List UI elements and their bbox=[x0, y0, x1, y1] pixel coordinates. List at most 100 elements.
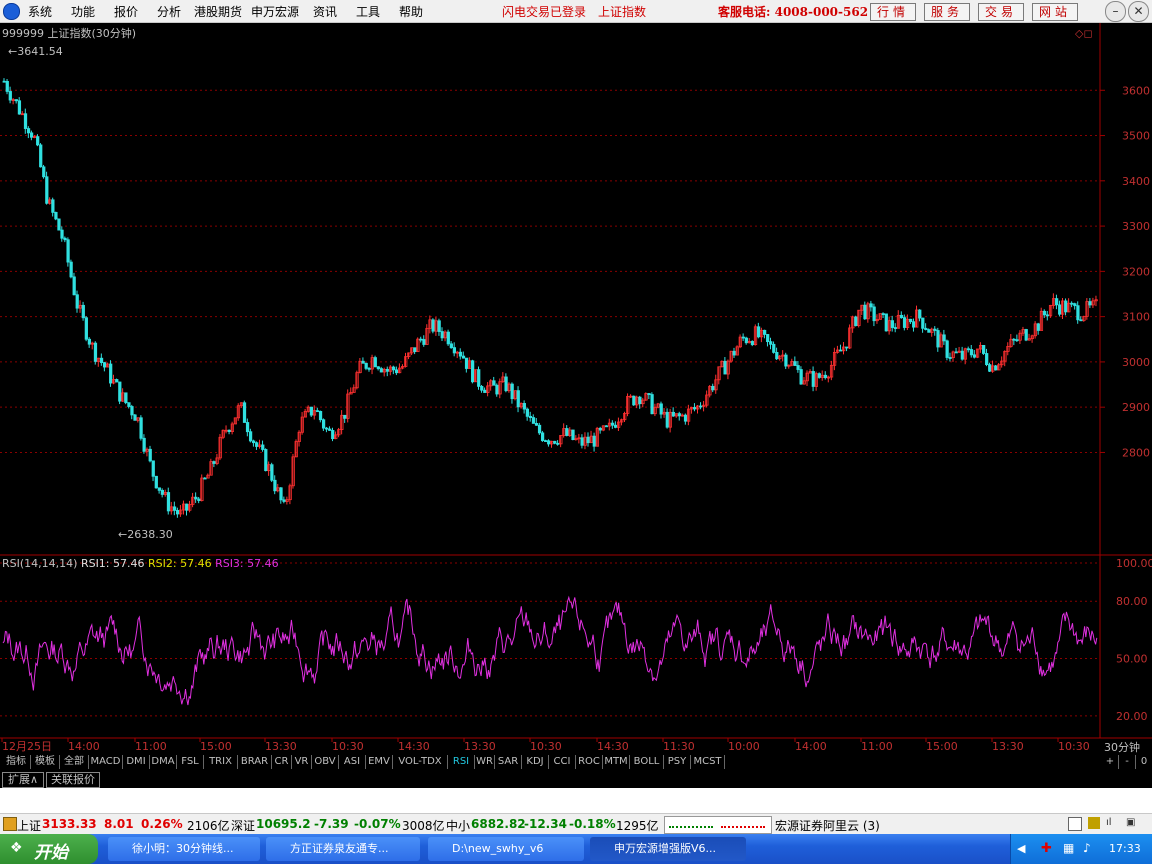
tab-trix[interactable]: TRIX bbox=[204, 755, 238, 769]
chart-area[interactable]: 3600 3500 3400 3300 3200 3100 3000 2900 2800 100… bbox=[0, 23, 1152, 753]
candle bbox=[793, 361, 797, 366]
candle bbox=[954, 351, 958, 354]
website-button[interactable]: 网站 bbox=[1032, 3, 1078, 21]
candle bbox=[544, 440, 548, 442]
zoom-in-button[interactable]: + bbox=[1102, 755, 1119, 769]
lock-icon[interactable] bbox=[3, 817, 17, 831]
start-button[interactable]: ❖ 开始 bbox=[0, 834, 98, 864]
x-tick-label: 11:00 bbox=[135, 740, 167, 753]
task-item-swhy[interactable]: 申万宏源增强版V6... bbox=[590, 837, 746, 861]
tray-app-icon[interactable]: ✚ bbox=[1041, 841, 1052, 856]
trade-button[interactable]: 交易 bbox=[978, 3, 1024, 21]
tab-kdj[interactable]: KDJ bbox=[522, 755, 549, 769]
current-index-label: 上证指数 bbox=[598, 5, 647, 19]
menu-news[interactable]: 资讯 bbox=[313, 3, 337, 20]
candle bbox=[969, 349, 974, 356]
zoom-out-button[interactable]: - bbox=[1119, 755, 1136, 769]
tab-indicator[interactable]: 指标 bbox=[2, 755, 31, 769]
candle bbox=[799, 369, 803, 385]
tab-expand[interactable]: 扩展∧ bbox=[2, 772, 44, 788]
market-button[interactable]: 行情 bbox=[870, 3, 916, 21]
tab-all[interactable]: 全部 bbox=[60, 755, 89, 769]
tab-boll[interactable]: BOLL bbox=[630, 755, 664, 769]
candle bbox=[458, 351, 463, 357]
service-button[interactable]: 服务 bbox=[924, 3, 970, 21]
sh-change: 8.01 bbox=[104, 817, 134, 831]
tab-fsl[interactable]: FSL bbox=[177, 755, 204, 769]
menu-swhy[interactable]: 申万宏源 bbox=[251, 3, 299, 20]
candle bbox=[151, 460, 155, 477]
tray-volume-icon[interactable]: ♪ bbox=[1083, 841, 1091, 855]
tab-brar[interactable]: BRAR bbox=[238, 755, 272, 769]
tab-rsi[interactable]: RSI bbox=[448, 755, 475, 769]
candle bbox=[42, 166, 46, 178]
tray-network-icon[interactable]: ▦ bbox=[1063, 841, 1074, 855]
tab-related-quotes[interactable]: 关联报价 bbox=[46, 772, 100, 788]
task-item-folder[interactable]: D:\new_swhy_v6 bbox=[428, 837, 584, 861]
candle bbox=[881, 313, 885, 316]
window-icon[interactable] bbox=[1068, 817, 1082, 831]
tab-psy[interactable]: PSY bbox=[664, 755, 691, 769]
candle bbox=[823, 374, 828, 379]
menu-analysis[interactable]: 分析 bbox=[157, 3, 181, 20]
tab-vr[interactable]: VR bbox=[292, 755, 312, 769]
signal-icon[interactable]: ıl bbox=[1106, 817, 1118, 829]
candle bbox=[26, 128, 31, 134]
tab-dmi[interactable]: DMI bbox=[123, 755, 150, 769]
tab-vol-tdx[interactable]: VOL-TDX bbox=[393, 755, 448, 769]
menu-help[interactable]: 帮助 bbox=[399, 3, 423, 20]
task-item-xuxiaoming[interactable]: 徐小明：30分钟线... bbox=[108, 837, 260, 861]
lightbulb-icon[interactable] bbox=[1088, 817, 1100, 829]
candle bbox=[677, 413, 682, 417]
close-icon[interactable]: ✕ bbox=[1128, 1, 1149, 22]
candle bbox=[839, 349, 843, 352]
tab-cr[interactable]: CR bbox=[272, 755, 292, 769]
candle bbox=[921, 317, 925, 329]
status-icons[interactable]: ▣ bbox=[1126, 817, 1144, 829]
tab-emv[interactable]: EMV bbox=[366, 755, 393, 769]
menu-quote[interactable]: 报价 bbox=[114, 3, 138, 20]
candle bbox=[130, 406, 134, 416]
menu-system[interactable]: 系统 bbox=[28, 3, 52, 20]
tab-roc[interactable]: ROC bbox=[576, 755, 603, 769]
y-tick-label: 3500 bbox=[1122, 130, 1150, 143]
candle bbox=[565, 428, 569, 436]
app-logo-icon[interactable] bbox=[3, 3, 20, 20]
tab-cci[interactable]: CCI bbox=[549, 755, 576, 769]
chart-expand-icon[interactable]: ◇◻ bbox=[1075, 27, 1093, 40]
candle bbox=[1015, 339, 1019, 342]
minimize-icon[interactable]: – bbox=[1105, 1, 1126, 22]
x-tick-label: 10:30 bbox=[1058, 740, 1090, 753]
tab-mtm[interactable]: MTM bbox=[603, 755, 630, 769]
tab-template[interactable]: 模板 bbox=[31, 755, 60, 769]
tab-obv[interactable]: OBV bbox=[312, 755, 339, 769]
tab-mcst[interactable]: MCST bbox=[691, 755, 725, 769]
x-tick-label: 13:30 bbox=[464, 740, 496, 753]
candle bbox=[343, 414, 347, 419]
tab-dma[interactable]: DMA bbox=[150, 755, 177, 769]
candle bbox=[452, 347, 457, 354]
tab-asi[interactable]: ASI bbox=[339, 755, 366, 769]
login-status: 闪电交易已登录 bbox=[502, 5, 587, 19]
candle bbox=[1042, 310, 1047, 316]
rsi-line bbox=[2, 595, 1098, 706]
tab-sar[interactable]: SAR bbox=[495, 755, 522, 769]
reset-button[interactable]: 0 bbox=[1136, 755, 1152, 769]
tab-macd[interactable]: MACD bbox=[89, 755, 123, 769]
tray-expand-icon[interactable]: ◀ bbox=[1017, 842, 1025, 855]
candle bbox=[811, 371, 815, 387]
menu-hk-futures[interactable]: 港股期货 bbox=[194, 3, 242, 20]
task-item-founder[interactable]: 方正证券泉友通专... bbox=[266, 837, 420, 861]
x-tick-label: 11:30 bbox=[663, 740, 695, 753]
candle bbox=[772, 343, 776, 353]
x-tick-label: 15:00 bbox=[926, 740, 958, 753]
server-name: 宏源证券阿里云 (3) bbox=[775, 819, 880, 833]
menu-function[interactable]: 功能 bbox=[71, 3, 95, 20]
tab-wr[interactable]: WR bbox=[475, 755, 495, 769]
candle bbox=[547, 440, 551, 445]
menu-tools[interactable]: 工具 bbox=[356, 3, 380, 20]
candle bbox=[172, 506, 177, 511]
candle bbox=[632, 395, 636, 406]
candle bbox=[744, 337, 749, 344]
candle bbox=[1055, 298, 1059, 306]
